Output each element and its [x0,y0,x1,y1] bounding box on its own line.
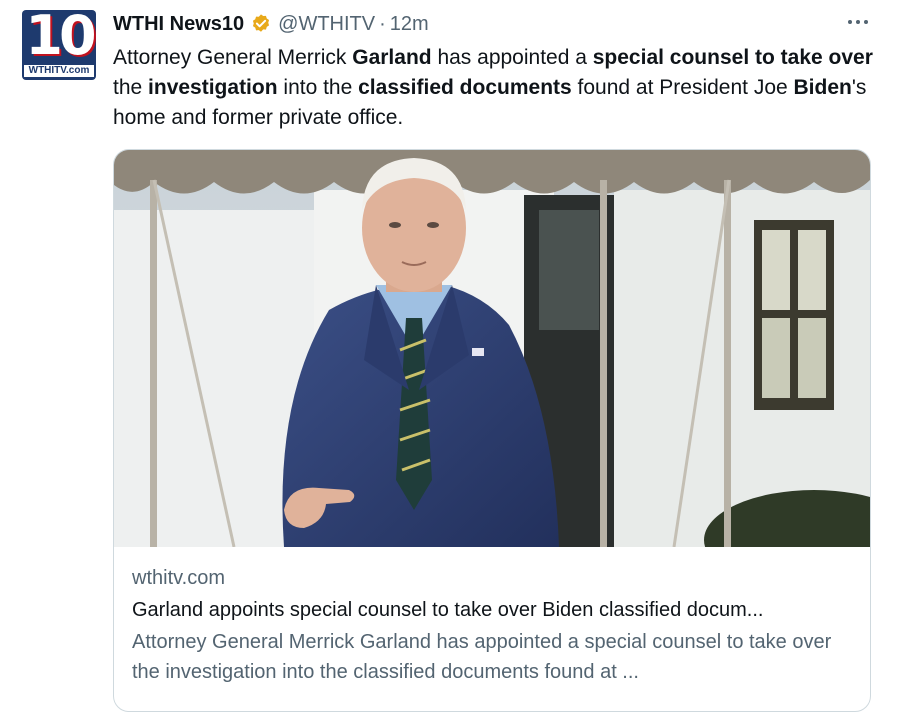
tweet-text-segment: special counsel to take over [592,46,873,69]
card-description: Attorney General Merrick Garland has app… [132,631,832,683]
verified-badge-icon [253,14,270,32]
tweet-text-segment: Biden [793,76,852,99]
timestamp[interactable]: 12m [390,10,429,38]
avatar-number: 10 [25,10,96,67]
avatar-site-label: WTHITV.com [24,65,94,77]
separator-dot: · [379,13,386,35]
tweet-text: Attorney General Merrick Garland has app… [113,43,883,133]
tweet-text-segment: found at President Joe [571,76,794,99]
tweet-text-segment: classified documents [358,76,572,99]
card-domain: wthitv.com [132,567,225,589]
card-title[interactable]: Garland appoints special counsel to take… [132,595,852,625]
tweet-text-segment: investigation [148,76,278,99]
link-card[interactable]: wthitv.com Garland appoints special coun… [113,149,871,712]
display-name[interactable]: WTHI News10 [113,10,244,38]
news-photo [114,150,870,547]
more-dots-icon[interactable] [846,12,870,32]
tweet-text-segment: Attorney General Merrick [113,46,353,69]
tweet-text-segment: the [113,76,149,99]
tweet-text-segment: has appointed a [431,46,593,69]
tweet-text-segment: Garland [352,46,432,69]
tweet-text-segment: into the [277,76,359,99]
tweet-header: WTHI News10 @WTHITV · 12m [113,10,429,38]
user-handle[interactable]: @WTHITV [278,10,375,38]
avatar[interactable]: 10 WTHITV.com [22,10,96,80]
card-image[interactable] [114,150,870,547]
card-meta: wthitv.com Garland appoints special coun… [132,563,852,687]
